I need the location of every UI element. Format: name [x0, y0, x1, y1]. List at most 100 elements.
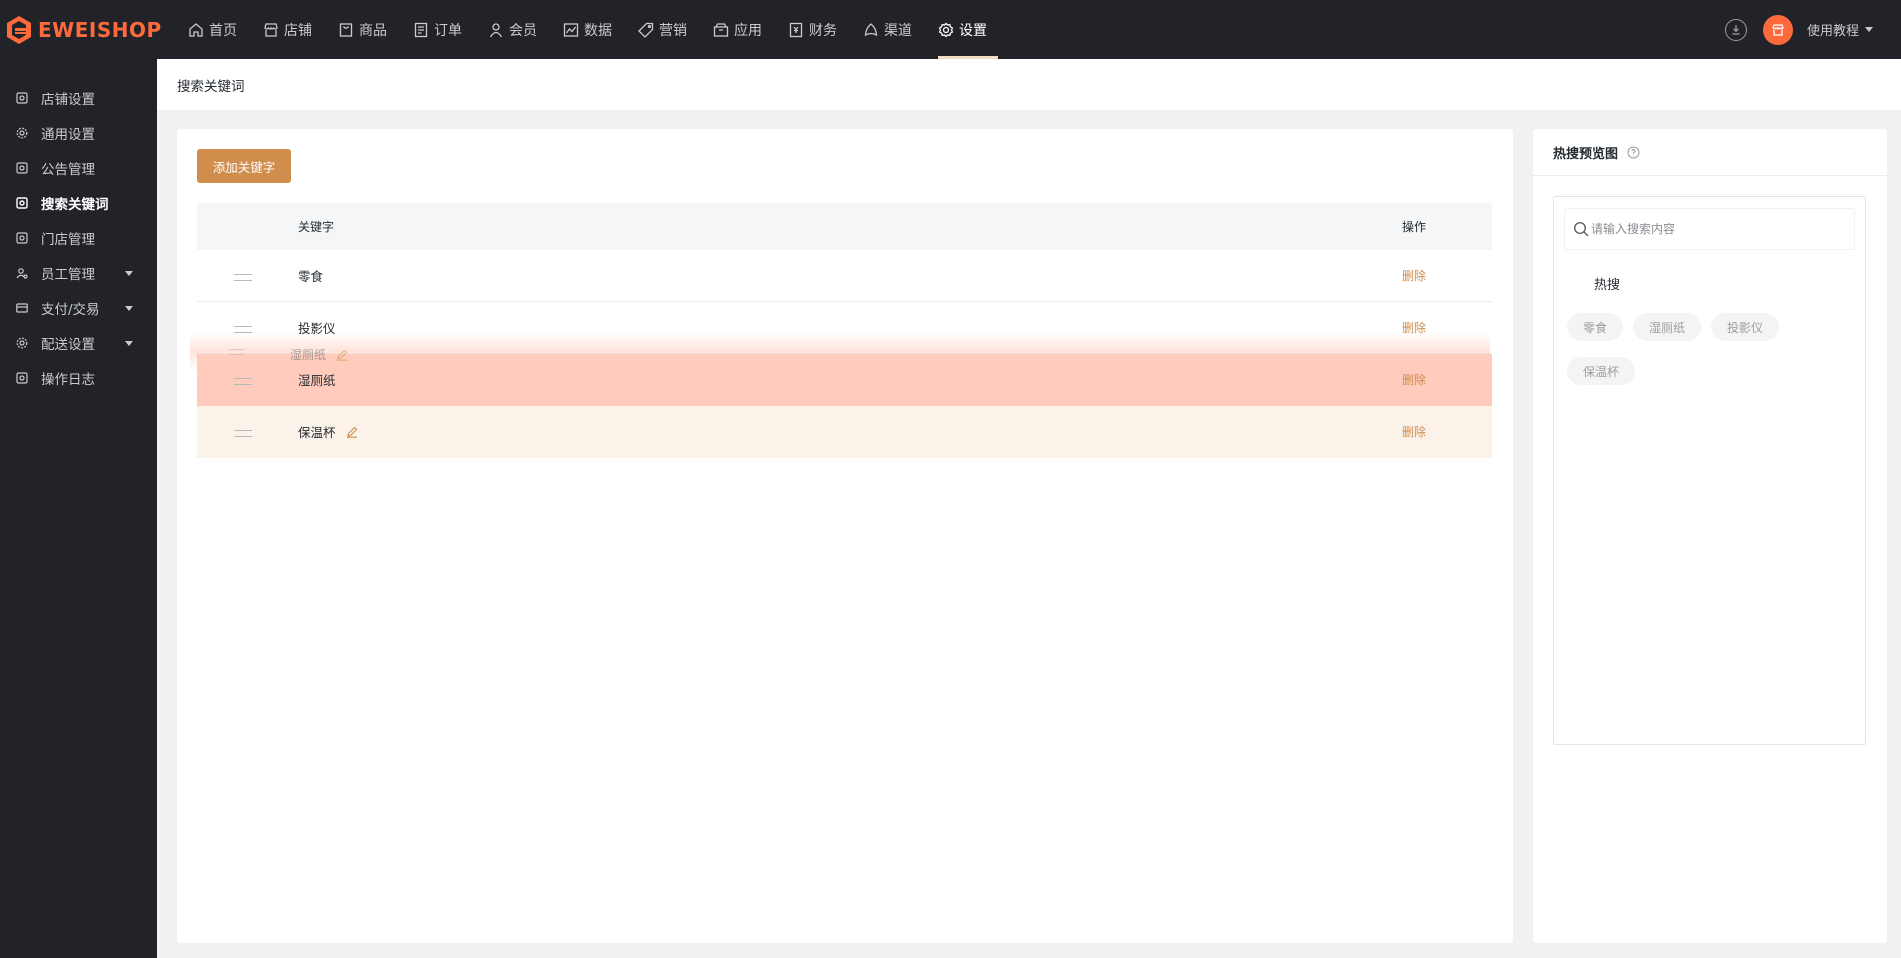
- settings-square-icon: [16, 161, 28, 174]
- keyword-cell: 保温杯: [298, 422, 358, 441]
- nav-goods-label: 商品: [359, 22, 387, 39]
- sidebar-item-store-settings[interactable]: 店铺设置: [0, 80, 157, 115]
- settings-square-icon: [16, 91, 28, 104]
- sidebar-item-label: 支付/交易: [41, 301, 100, 318]
- staff-icon: [16, 267, 28, 279]
- sidebar-item-label: 搜索关键词: [41, 196, 109, 213]
- hot-tag[interactable]: 投影仪: [1711, 313, 1780, 341]
- search-input[interactable]: [1591, 222, 1841, 236]
- keyword-cell: 零食: [298, 266, 323, 285]
- hot-search-preview-panel: 热搜预览图 热搜 零食 湿厕纸 投影仪 保温杯: [1533, 129, 1887, 943]
- table-header: 关键字 操作: [197, 203, 1492, 250]
- drag-ghost: 湿厕纸: [290, 346, 348, 363]
- sidebar-item-delivery[interactable]: 配送设置: [0, 325, 157, 360]
- tutorial-menu[interactable]: 使用教程: [1807, 20, 1873, 39]
- page-header: 搜索关键词: [157, 59, 1901, 110]
- column-header-operation: 操作: [1402, 220, 1427, 234]
- nav-marketing-label: 营销: [659, 22, 687, 39]
- channel-icon: [864, 22, 878, 36]
- nav-store-label: 店铺: [284, 22, 312, 39]
- nav-store[interactable]: 店铺: [263, 0, 323, 59]
- nav-order[interactable]: 订单: [413, 0, 473, 59]
- nav-settings-label: 设置: [959, 22, 987, 39]
- chevron-down-icon: [125, 341, 133, 346]
- top-nav: 首页 店铺 商品 订单 会员 数据 营销 应用 财务 渠道 设置: [188, 0, 1013, 59]
- table-row: 零食 删除: [197, 250, 1492, 302]
- delete-link[interactable]: 删除: [1402, 423, 1426, 440]
- settings-square-icon: [16, 231, 28, 244]
- chart-icon: [563, 22, 579, 37]
- keyword-panel: 添加关键字 关键字 操作 零食 删除 投影仪 删除 湿厕纸 删除 保温杯 删除: [177, 129, 1513, 943]
- sidebar-item-announcements[interactable]: 公告管理: [0, 150, 157, 185]
- top-bar: EWEISHOP 首页 店铺 商品 订单 会员 数据 营销 应用 财务 渠道 设…: [0, 0, 1901, 59]
- avatar[interactable]: [1762, 14, 1793, 45]
- delete-link[interactable]: 删除: [1402, 267, 1426, 284]
- chevron-down-icon: [125, 306, 133, 311]
- edit-pencil-icon[interactable]: [346, 426, 358, 438]
- gear-icon: [16, 127, 28, 138]
- edit-pencil-icon: [337, 349, 348, 361]
- nav-marketing[interactable]: 营销: [638, 0, 698, 59]
- delete-link[interactable]: 删除: [1402, 319, 1426, 336]
- nav-member[interactable]: 会员: [488, 0, 548, 59]
- keyword-text: 湿厕纸: [298, 373, 336, 388]
- nav-data[interactable]: 数据: [563, 0, 623, 59]
- tutorial-label: 使用教程: [1806, 24, 1859, 39]
- sidebar-item-label: 公告管理: [41, 161, 95, 178]
- drag-ghost-handle-icon: [229, 349, 245, 355]
- nav-channel[interactable]: 渠道: [863, 0, 923, 59]
- nav-member-label: 会员: [509, 22, 537, 39]
- nav-settings[interactable]: 设置: [938, 0, 998, 59]
- tag-icon: [638, 22, 654, 38]
- card-icon: [16, 302, 28, 313]
- sidebar-item-label: 门店管理: [41, 231, 95, 248]
- topbar-actions: 使用教程: [1724, 0, 1873, 59]
- delete-link[interactable]: 删除: [1402, 371, 1426, 388]
- drag-handle-icon[interactable]: [234, 430, 252, 437]
- gear-icon: [938, 22, 954, 37]
- sidebar-item-staff[interactable]: 员工管理: [0, 255, 157, 290]
- download-button[interactable]: [1724, 18, 1747, 41]
- sidebar-item-label: 店铺设置: [41, 91, 95, 108]
- table-row: 投影仪 删除: [197, 302, 1492, 354]
- preview-header: 热搜预览图: [1533, 129, 1887, 176]
- keyword-text: 投影仪: [298, 321, 336, 336]
- sidebar-item-operation-log[interactable]: 操作日志: [0, 360, 157, 395]
- keyword-text: 零食: [298, 269, 324, 284]
- sidebar-item-label: 操作日志: [41, 371, 95, 388]
- table-row: 保温杯 删除: [197, 406, 1492, 458]
- eweishop-logo-icon: [7, 15, 31, 44]
- store-icon: [264, 22, 278, 37]
- goods-icon: [339, 22, 353, 37]
- brand-logo[interactable]: EWEISHOP: [0, 0, 188, 59]
- nav-apps[interactable]: 应用: [713, 0, 773, 59]
- hot-tag[interactable]: 保温杯: [1567, 357, 1636, 385]
- settings-square-icon: [16, 371, 28, 384]
- page-title: 搜索关键词: [177, 78, 245, 95]
- nav-goods[interactable]: 商品: [338, 0, 398, 59]
- sidebar-item-label: 配送设置: [41, 336, 95, 353]
- question-circle-icon[interactable]: [1627, 146, 1640, 159]
- sidebar-item-payment[interactable]: 支付/交易: [0, 290, 157, 325]
- drag-handle-icon[interactable]: [234, 274, 252, 281]
- app-icon: [713, 22, 729, 37]
- hot-tag[interactable]: 湿厕纸: [1633, 313, 1702, 341]
- nav-finance[interactable]: 财务: [788, 0, 848, 59]
- add-keyword-button[interactable]: 添加关键字: [197, 149, 291, 183]
- settings-square-icon: [16, 196, 28, 209]
- column-header-keyword: 关键字: [298, 220, 335, 234]
- nav-data-label: 数据: [584, 22, 612, 39]
- nav-home[interactable]: 首页: [188, 0, 248, 59]
- sidebar-item-general-settings[interactable]: 通用设置: [0, 115, 157, 150]
- sidebar-item-search-keywords[interactable]: 搜索关键词: [0, 185, 157, 220]
- member-icon: [489, 22, 503, 37]
- chevron-down-icon: [125, 271, 133, 276]
- brand-name: EWEISHOP: [38, 17, 162, 42]
- drag-ghost-label: 湿厕纸: [290, 348, 327, 362]
- drag-handle-icon[interactable]: [234, 326, 252, 333]
- hot-tag[interactable]: 零食: [1567, 313, 1624, 341]
- sidebar-item-store-management[interactable]: 门店管理: [0, 220, 157, 255]
- sidebar: 店铺设置 通用设置 公告管理 搜索关键词 门店管理 员工管理 支付/交易 配送设…: [0, 59, 157, 958]
- sidebar-item-label: 通用设置: [41, 126, 95, 143]
- drag-handle-icon[interactable]: [234, 378, 252, 385]
